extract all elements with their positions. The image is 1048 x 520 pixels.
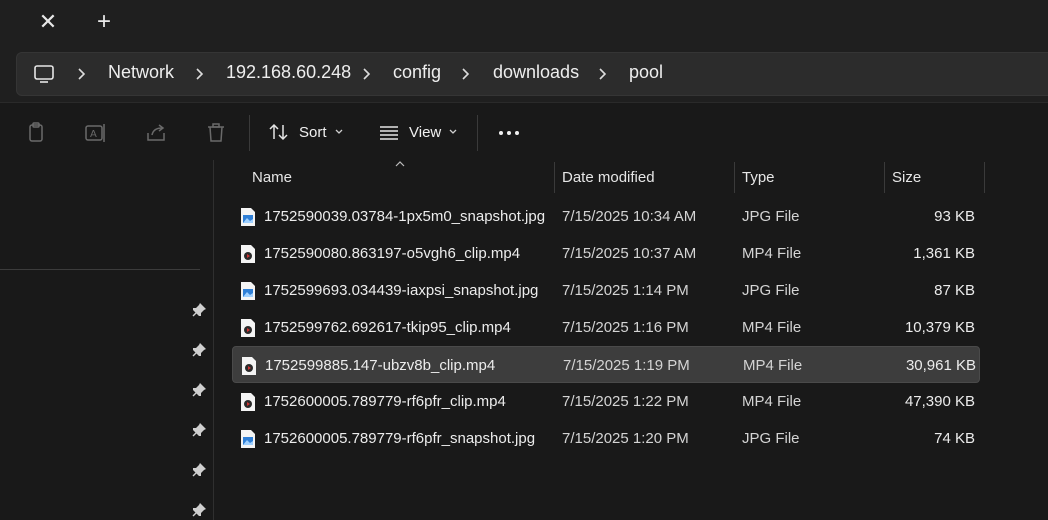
new-tab-button[interactable]: +	[86, 6, 122, 38]
file-row[interactable]: 1752599885.147-ubzv8b_clip.mp4 7/15/2025…	[232, 346, 980, 383]
view-button[interactable]: View	[378, 117, 458, 147]
address-bar[interactable]: Network 192.168.60.248 config downloads …	[16, 52, 1048, 96]
file-size: 47,390 KB	[904, 393, 975, 410]
column-header-row: Name Date modified Type Size	[214, 160, 1048, 195]
chevron-right-icon[interactable]	[459, 63, 473, 85]
column-resize-handle[interactable]	[554, 162, 555, 193]
chevron-down-icon	[335, 129, 342, 134]
sort-button[interactable]: Sort	[268, 117, 344, 147]
jpg-file-icon	[241, 430, 255, 448]
delete-icon[interactable]	[204, 121, 228, 145]
file-name: 1752600005.789779-rf6pfr_clip.mp4	[264, 393, 506, 410]
chevron-right-icon[interactable]	[193, 63, 207, 85]
file-row[interactable]: 1752590080.863197-o5vgh6_clip.mp4 7/15/2…	[232, 235, 980, 272]
column-header-name[interactable]: Name	[252, 160, 552, 195]
file-name: 1752599885.147-ubzv8b_clip.mp4	[265, 357, 496, 374]
sort-icon	[269, 123, 288, 141]
file-type: MP4 File	[742, 393, 802, 410]
file-date: 7/15/2025 1:19 PM	[563, 357, 690, 374]
file-date: 7/15/2025 1:22 PM	[562, 393, 689, 410]
title-bar: ✕ +	[0, 0, 1048, 45]
file-type: JPG File	[742, 430, 800, 447]
toolbar-divider	[477, 115, 478, 151]
view-label: View	[409, 123, 442, 141]
pin-icon[interactable]	[191, 502, 207, 518]
toolbar-divider	[249, 115, 250, 151]
chevron-right-icon[interactable]	[596, 63, 610, 85]
pin-icon[interactable]	[191, 342, 207, 358]
file-type: JPG File	[742, 282, 800, 299]
file-list: 1752590039.03784-1px5m0_snapshot.jpg 7/1…	[232, 198, 980, 457]
file-type: JPG File	[742, 208, 800, 225]
file-size: 30,961 KB	[905, 357, 976, 374]
file-size: 1,361 KB	[913, 245, 975, 262]
more-icon[interactable]	[497, 121, 521, 145]
file-date: 7/15/2025 1:14 PM	[562, 282, 689, 299]
file-row[interactable]: 1752600005.789779-rf6pfr_clip.mp4 7/15/2…	[232, 383, 980, 420]
file-name: 1752590039.03784-1px5m0_snapshot.jpg	[264, 208, 546, 225]
pane-splitter[interactable]	[213, 160, 214, 520]
nav-divider	[0, 269, 200, 270]
chevron-right-icon[interactable]	[360, 63, 374, 85]
view-icon	[380, 126, 398, 140]
svg-text:A: A	[90, 129, 97, 140]
pin-icon[interactable]	[191, 302, 207, 318]
navigation-pane	[0, 160, 213, 520]
column-resize-handle[interactable]	[734, 162, 735, 193]
file-type: MP4 File	[742, 245, 802, 262]
column-header-name-label: Name	[252, 169, 293, 186]
mp4-file-icon	[241, 319, 255, 337]
file-size: 87 KB	[934, 282, 975, 299]
file-row[interactable]: 1752590039.03784-1px5m0_snapshot.jpg 7/1…	[232, 198, 980, 235]
column-header-date[interactable]: Date modified	[562, 160, 655, 195]
chevron-down-icon	[449, 129, 457, 134]
file-date: 7/15/2025 10:37 AM	[562, 245, 697, 262]
close-tab-button[interactable]: ✕	[30, 6, 66, 38]
command-bar: A Sort View	[0, 102, 1048, 161]
address-bar-area: Network 192.168.60.248 config downloads …	[0, 45, 1048, 102]
file-name: 1752599762.692617-tkip95_clip.mp4	[264, 319, 511, 336]
file-name: 1752599693.034439-iaxpsi_snapshot.jpg	[264, 282, 539, 299]
breadcrumb-config[interactable]: config	[393, 62, 441, 83]
column-header-size[interactable]: Size	[892, 160, 921, 195]
file-size: 74 KB	[934, 430, 975, 447]
breadcrumb-host[interactable]: 192.168.60.248	[226, 62, 351, 83]
mp4-file-icon	[241, 245, 255, 263]
column-resize-handle[interactable]	[884, 162, 885, 193]
file-name: 1752600005.789779-rf6pfr_snapshot.jpg	[264, 430, 536, 447]
file-date: 7/15/2025 10:34 AM	[562, 208, 697, 225]
this-pc-icon[interactable]	[33, 63, 55, 85]
file-size: 10,379 KB	[904, 319, 975, 336]
sort-ascending-icon	[395, 161, 405, 167]
sort-label: Sort	[299, 123, 327, 141]
column-header-type[interactable]: Type	[742, 160, 775, 195]
jpg-file-icon	[241, 208, 255, 226]
file-row[interactable]: 1752599693.034439-iaxpsi_snapshot.jpg 7/…	[232, 272, 980, 309]
breadcrumb-network[interactable]: Network	[108, 62, 174, 83]
share-icon[interactable]	[144, 121, 168, 145]
column-resize-handle[interactable]	[984, 162, 985, 193]
file-name: 1752590080.863197-o5vgh6_clip.mp4	[264, 245, 521, 262]
mp4-file-icon	[241, 393, 255, 411]
file-date: 7/15/2025 1:20 PM	[562, 430, 689, 447]
file-type: MP4 File	[742, 319, 802, 336]
copy-icon[interactable]	[24, 121, 48, 145]
pin-icon[interactable]	[191, 462, 207, 478]
breadcrumb-pool[interactable]: pool	[629, 62, 663, 83]
mp4-file-icon	[242, 357, 256, 375]
chevron-right-icon[interactable]	[75, 63, 89, 85]
file-date: 7/15/2025 1:16 PM	[562, 319, 689, 336]
pin-icon[interactable]	[191, 422, 207, 438]
file-row[interactable]: 1752599762.692617-tkip95_clip.mp4 7/15/2…	[232, 309, 980, 346]
breadcrumb-downloads[interactable]: downloads	[493, 62, 579, 83]
file-row[interactable]: 1752600005.789779-rf6pfr_snapshot.jpg 7/…	[232, 420, 980, 457]
jpg-file-icon	[241, 282, 255, 300]
rename-icon[interactable]: A	[84, 121, 108, 145]
file-type: MP4 File	[743, 357, 803, 374]
pin-icon[interactable]	[191, 382, 207, 398]
file-size: 93 KB	[934, 208, 975, 225]
